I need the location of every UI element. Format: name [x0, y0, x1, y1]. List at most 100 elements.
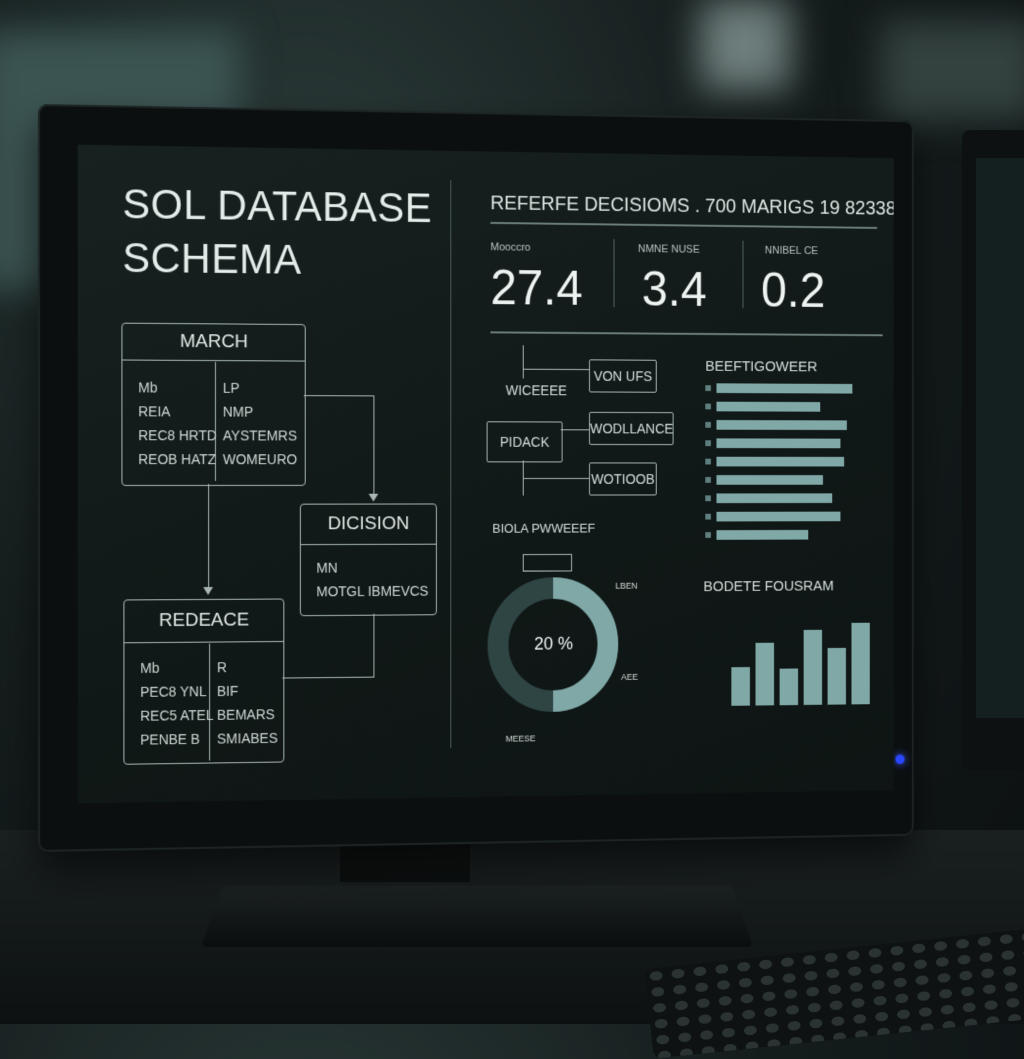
table-cell: SMIABES: [217, 730, 278, 747]
table-header: DICISION: [301, 504, 436, 545]
table-cell: NMP: [223, 404, 253, 420]
metric-value: 0.2: [761, 262, 825, 318]
flow-line: [523, 345, 524, 378]
hbar-bar[interactable]: [716, 475, 823, 485]
donut-side-label: LBEN: [615, 581, 637, 591]
flow-node-label: WODLLANCE: [590, 421, 673, 437]
flow-line: [523, 478, 589, 479]
table-cell: WOMEURO: [223, 451, 297, 467]
flow-node[interactable]: WODLLANCE: [589, 412, 674, 445]
table-cell: PENBE B: [140, 731, 200, 748]
metrics-divider: [490, 331, 882, 335]
arrow-down-icon: [203, 587, 213, 595]
hbar-axis-tick: [705, 404, 711, 410]
metric-divider: [743, 241, 744, 309]
hbar-axis-tick: [705, 495, 711, 501]
hbar-bar[interactable]: [716, 493, 832, 503]
panel-divider: [450, 180, 451, 748]
hbar-bar[interactable]: [716, 530, 808, 540]
schema-table-redeace[interactable]: REDEACE Mb R PEC8 YNL BIF REC5 ATEL BEMA…: [123, 598, 284, 764]
background-shelf: [880, 20, 1024, 120]
arrow-down-icon: [369, 494, 379, 502]
header-underline: [490, 222, 877, 228]
schema-table-decision[interactable]: DICISION MN MOTGL IBMEVCS: [300, 503, 437, 616]
vbar-chart[interactable]: [713, 608, 879, 706]
table-column-divider: [209, 644, 210, 761]
hbar-chart[interactable]: [705, 383, 881, 557]
vbar-bar[interactable]: [731, 667, 750, 706]
hbar-bar[interactable]: [716, 512, 840, 522]
flow-node-label: PIDACK: [500, 434, 550, 450]
hbar-axis-tick: [705, 422, 711, 428]
relation-line: [373, 614, 374, 677]
vbar-bar[interactable]: [780, 668, 798, 705]
monitor-stand-base: [201, 885, 754, 947]
power-led-icon[interactable]: [895, 754, 904, 764]
table-cell: PEC8 YNL: [140, 683, 206, 700]
flow-line: [523, 369, 589, 371]
flow-node-label: WOTIOOB: [591, 471, 655, 487]
flow-node-label: VON UFS: [594, 368, 653, 384]
schema-title: SOL DATABASE SCHEMA: [122, 177, 432, 288]
table-cell: R: [217, 659, 227, 675]
vbar-chart-title: BODETE FOUSRAM: [703, 578, 833, 595]
table-header: REDEACE: [124, 599, 283, 643]
hbar-axis-tick: [705, 532, 711, 538]
relation-line: [208, 484, 209, 587]
dashboard-header: REFERFE DECISIOMS . 700 MARIGS 19 82338: [490, 193, 893, 221]
table-cell: Mb: [138, 379, 157, 395]
relation-line: [282, 677, 374, 679]
table-cell: MOTGL IBMEVCS: [316, 583, 428, 599]
table-cell: BIF: [217, 683, 238, 699]
donut-title: BIOLA PWWEEEF: [492, 521, 595, 536]
table-cell: REC8 HRTD: [138, 427, 217, 443]
vbar-bar[interactable]: [804, 630, 822, 705]
hbar-axis-tick: [705, 440, 711, 446]
table-cell: REC5 ATEL: [140, 707, 213, 724]
background-light: [700, 0, 790, 90]
monitor: SOL DATABASE SCHEMA MARCH Mb LP REIA NMP…: [38, 104, 914, 852]
relation-line: [373, 395, 374, 493]
hbar-axis-tick: [705, 514, 711, 520]
hbar-chart-title: BEEFTIGOWEER: [705, 358, 817, 375]
flow-node[interactable]: PIDACK: [487, 421, 563, 462]
screen: SOL DATABASE SCHEMA MARCH Mb LP REIA NMP…: [78, 145, 894, 804]
vbar-bar[interactable]: [756, 643, 775, 705]
hbar-axis-tick: [705, 459, 711, 465]
table-cell: Mb: [140, 660, 159, 676]
hbar-bar[interactable]: [716, 420, 846, 430]
vbar-bar[interactable]: [828, 648, 846, 705]
table-cell: REOB HATZ: [138, 451, 216, 467]
metric-label: NMNE NUSE: [638, 243, 700, 255]
donut-bottom-label: MEESE: [506, 733, 536, 743]
metric-divider: [614, 239, 615, 307]
vbar-bar[interactable]: [851, 622, 869, 704]
table-cell: AYSTEMRS: [223, 427, 297, 443]
table-cell: BEMARS: [217, 706, 275, 723]
schema-title-line-1: SOL DATABASE: [122, 177, 432, 235]
hbar-axis-tick: [705, 477, 711, 483]
flow-node[interactable]: WOTIOOB: [589, 462, 657, 495]
table-header: MARCH: [122, 324, 304, 362]
schema-table-march[interactable]: MARCH Mb LP REIA NMP REC8 HRTD AYSTEMRS …: [121, 323, 305, 486]
metric-value: 3.4: [642, 261, 707, 318]
flow-node[interactable]: VON UFS: [589, 359, 657, 392]
relation-line: [304, 395, 374, 397]
table-cell: REIA: [138, 403, 170, 419]
schema-title-line-2: SCHEMA: [122, 231, 432, 288]
hbar-bar[interactable]: [716, 438, 840, 448]
metric-label: Mooccro: [490, 241, 530, 253]
hbar-bar[interactable]: [716, 383, 852, 393]
donut-side-label: AEE: [621, 672, 638, 682]
hbar-axis-tick: [705, 385, 711, 391]
table-cell: LP: [223, 380, 240, 396]
flow-line: [561, 429, 589, 430]
hbar-bar[interactable]: [716, 457, 843, 467]
table-cell: MN: [316, 560, 337, 576]
metric-value: 27.4: [490, 259, 582, 316]
side-monitor: [962, 130, 1024, 770]
flow-label: WICEEEE: [506, 382, 567, 398]
donut-center-label: 20 %: [534, 634, 573, 655]
hbar-bar[interactable]: [716, 402, 820, 412]
metric-label: NNIBEL CE: [765, 245, 818, 257]
